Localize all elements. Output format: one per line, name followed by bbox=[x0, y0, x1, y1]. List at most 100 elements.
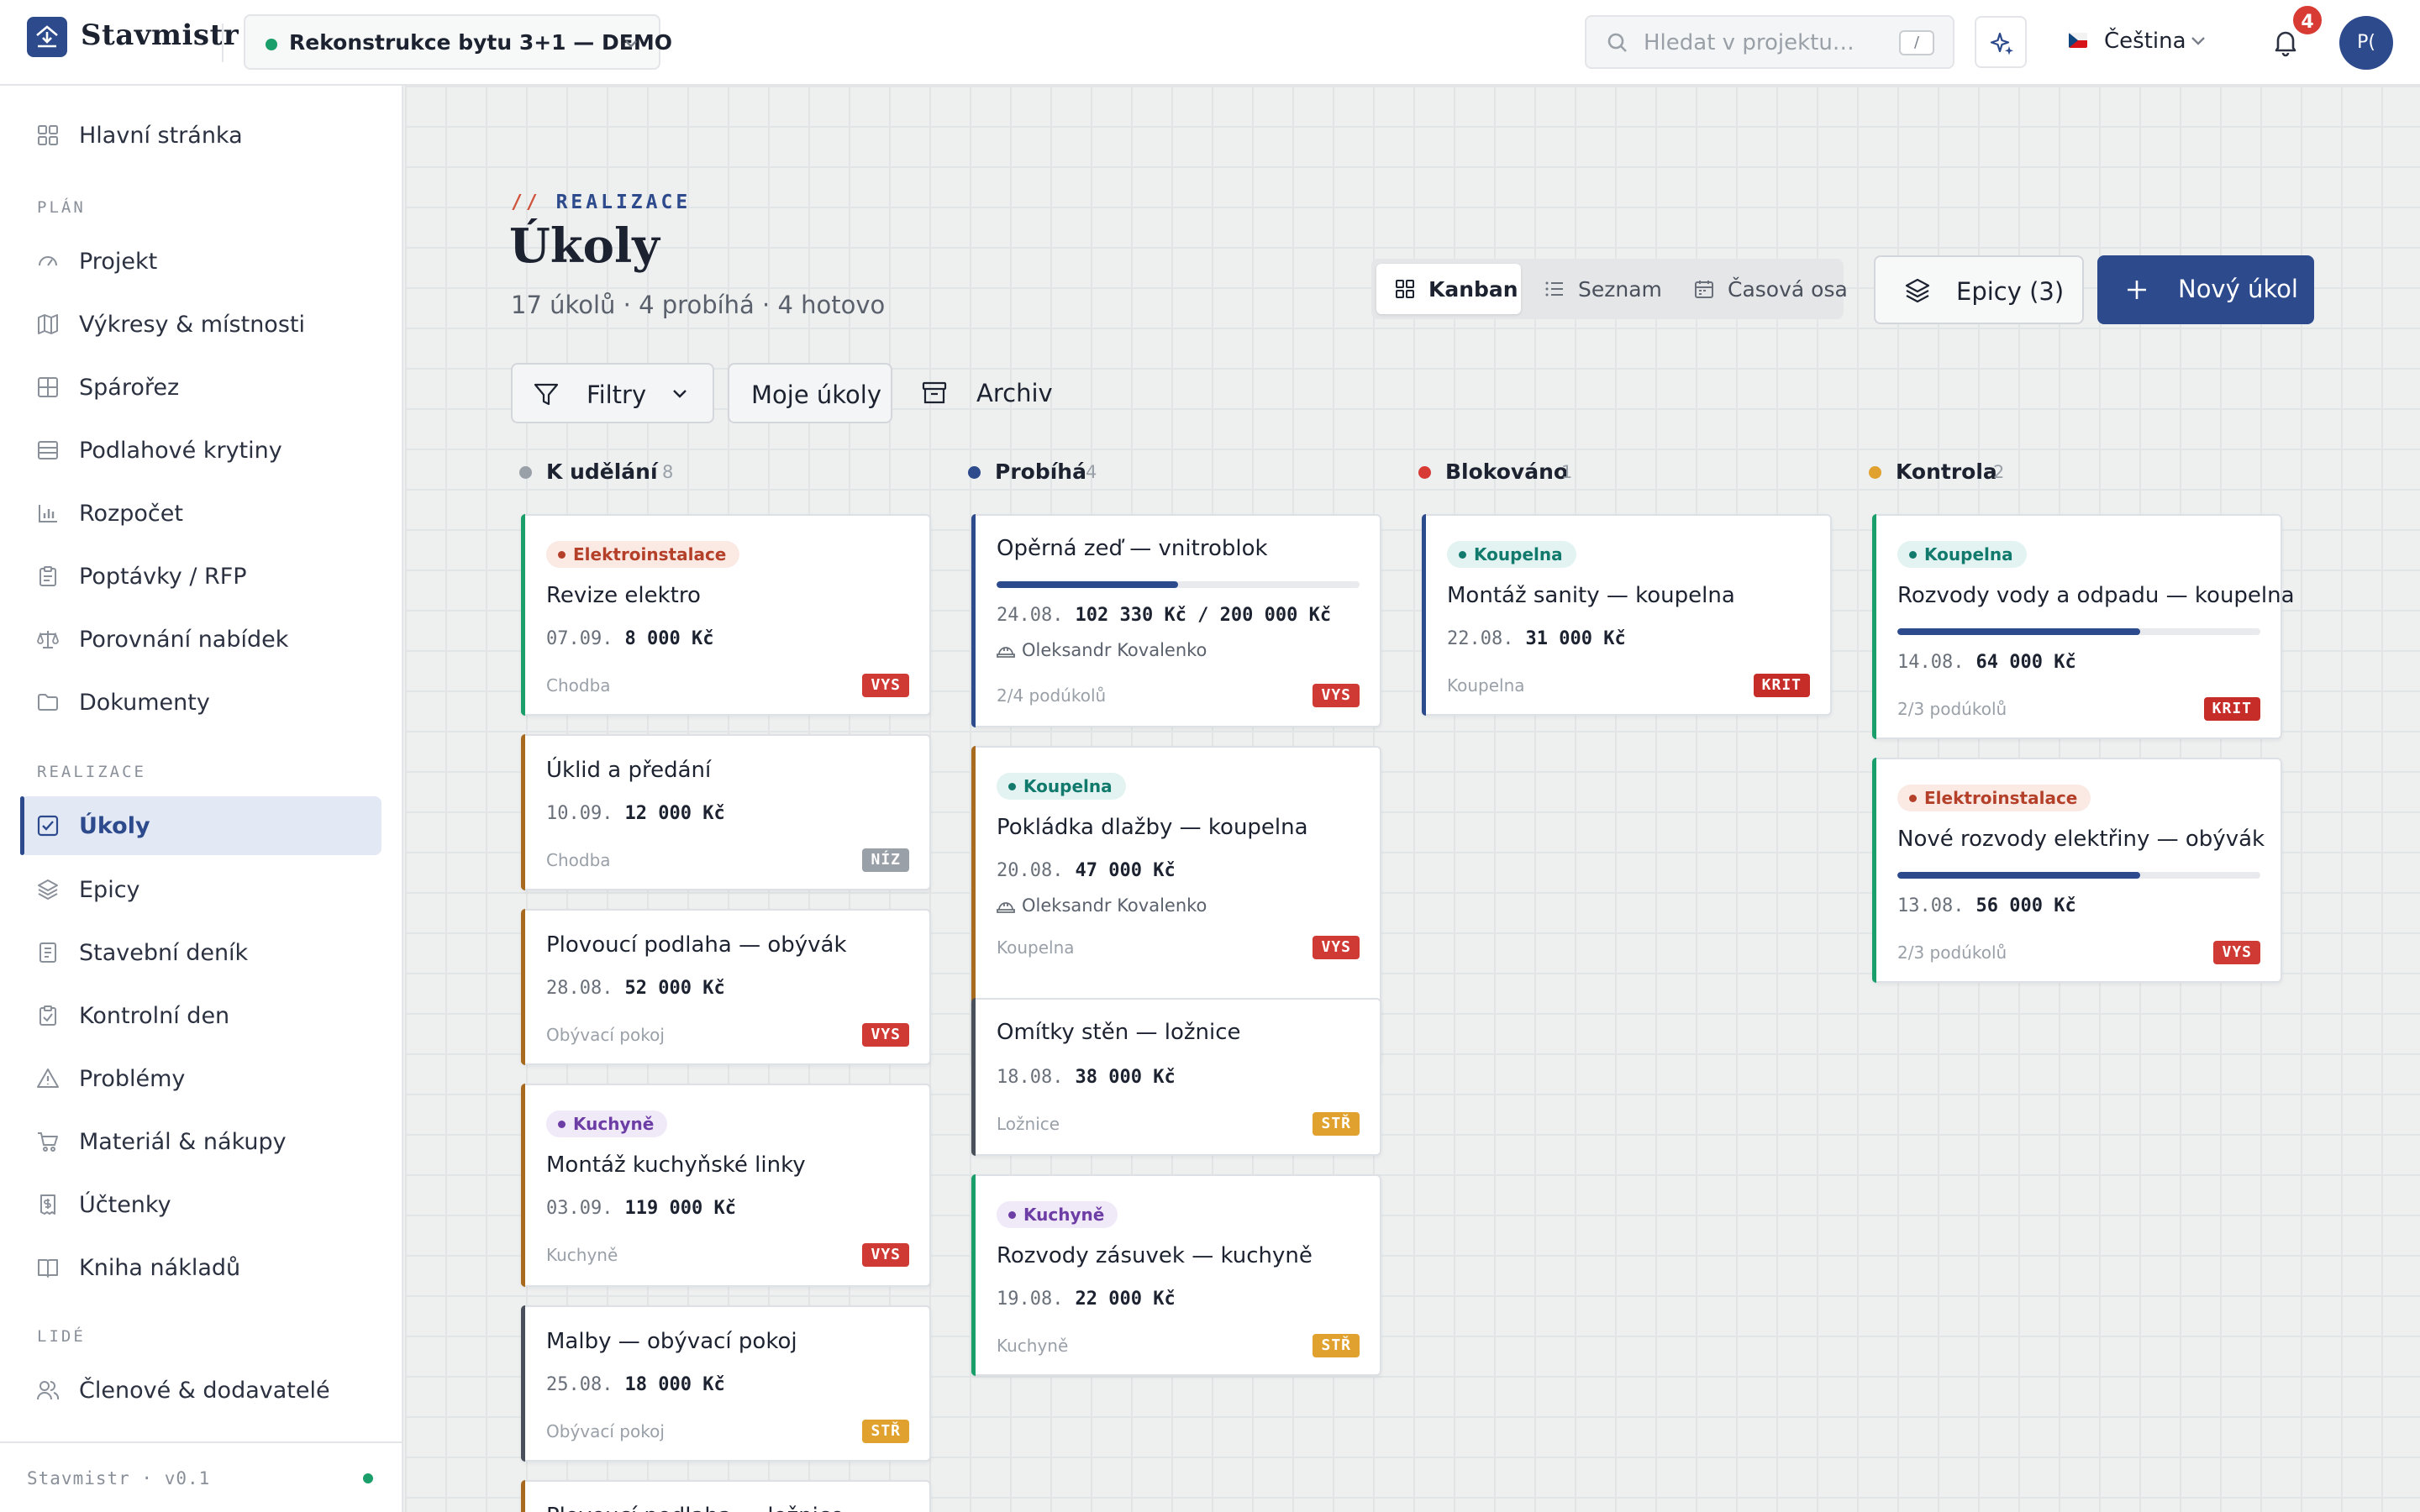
sidebar-item-problemy[interactable]: Problémy bbox=[20, 1049, 381, 1108]
sidebar-item-podlahove-krytiny[interactable]: Podlahové krytiny bbox=[20, 421, 381, 480]
hard-hat-icon bbox=[997, 902, 1015, 913]
task-meta: 07.09. 8 000 Kč bbox=[546, 628, 714, 649]
new-task-button[interactable]: Nový úkol bbox=[2097, 255, 2314, 324]
search-placeholder: Hledat v projektu… bbox=[1644, 30, 1854, 55]
column-count: 4 bbox=[1086, 462, 1097, 482]
epics-button[interactable]: Epicy (3) bbox=[1874, 255, 2084, 324]
layers-flat-icon bbox=[38, 441, 58, 459]
sidebar-item-label: Rozpočet bbox=[79, 501, 183, 527]
task-title: Plovoucí podlaha — obývák bbox=[546, 932, 847, 958]
subtasks-count: 2/3 podúkolů bbox=[1897, 942, 2007, 963]
app-version: Stavmistr · v0.1 bbox=[27, 1468, 211, 1488]
tab-casova-osa[interactable]: Časová osa bbox=[1676, 264, 1848, 314]
my-tasks-button[interactable]: Moje úkoly bbox=[728, 363, 892, 423]
clipboard-check-icon bbox=[39, 1005, 56, 1026]
task-card[interactable]: Malby — obývací pokoj 25.08. 18 000 Kč Ob… bbox=[521, 1305, 931, 1462]
filters-button[interactable]: Filtry bbox=[511, 363, 714, 423]
sidebar-item-sparorez[interactable]: Spárořez bbox=[20, 358, 381, 417]
task-meta: 18.08. 38 000 Kč bbox=[997, 1067, 1176, 1088]
sidebar-item-label: Členové & dodavatelé bbox=[79, 1378, 330, 1404]
tiles-icon bbox=[38, 377, 58, 397]
sidebar-item-home[interactable]: Hlavní stránka bbox=[20, 106, 381, 165]
task-title: Malby — obývací pokoj bbox=[546, 1329, 797, 1354]
task-card[interactable]: Úklid a předání 10.09. 12 000 Kč Chodba N… bbox=[521, 734, 931, 890]
task-card[interactable]: Elektroinstalace Nové rozvody elektřiny … bbox=[1872, 758, 2282, 983]
priority-badge: KRIT bbox=[1753, 674, 1810, 697]
sidebar-item-label: Účtenky bbox=[79, 1192, 171, 1218]
sidebar-item-label: Materiál & nákupy bbox=[79, 1129, 287, 1155]
sidebar-item-dokumenty[interactable]: Dokumenty bbox=[20, 673, 381, 732]
task-meta: 13.08. 56 000 Kč bbox=[1897, 895, 2076, 916]
sidebar-item-ukoly[interactable]: Úkoly bbox=[20, 796, 381, 855]
task-title: Nové rozvody elektřiny — obývák bbox=[1897, 827, 2265, 852]
tab-seznam[interactable]: Seznam bbox=[1526, 264, 1670, 314]
sidebar-item-porovnani-nabidek[interactable]: Porovnání nabídek bbox=[20, 610, 381, 669]
czech-flag-icon bbox=[2069, 33, 2087, 48]
sidebar-item-label: Problémy bbox=[79, 1066, 186, 1092]
clipboard-icon bbox=[39, 566, 56, 586]
priority-badge: VYS bbox=[862, 1023, 909, 1047]
task-title: Plovoucí podlaha — ložnice bbox=[546, 1504, 844, 1512]
grid-icon bbox=[38, 125, 58, 145]
task-card[interactable]: Kuchyně Montáž kuchyňské linky 03.09. 119… bbox=[521, 1084, 931, 1287]
sidebar-item-projekt[interactable]: Projekt bbox=[20, 232, 381, 291]
column-count: 1 bbox=[1561, 462, 1573, 482]
priority-badge: STŘ bbox=[862, 1420, 909, 1443]
progress-bar bbox=[1897, 628, 2260, 635]
task-card[interactable]: Opěrná zeď — vnitroblok 24.08. 102 330 Kč… bbox=[971, 514, 1381, 727]
task-title: Rozvody vody a odpadu — koupelna bbox=[1897, 583, 2295, 608]
sidebar-item-epicy[interactable]: Epicy bbox=[20, 860, 381, 919]
user-avatar[interactable]: P( bbox=[2339, 16, 2393, 70]
priority-badge: NÍZ bbox=[862, 848, 909, 872]
task-title: Pokládka dlažby — koupelna bbox=[997, 815, 1308, 840]
sparkles-icon bbox=[1990, 32, 2013, 55]
task-card[interactable]: Omítky stěn — ložnice 18.08. 38 000 Kč Lo… bbox=[971, 998, 1381, 1156]
task-card[interactable]: Koupelna Rozvody vody a odpadu — koupeln… bbox=[1872, 514, 2295, 739]
top-bar: Stavmistr Rekonstrukce bytu 3+1 — DEMO H… bbox=[0, 0, 2420, 86]
tab-label: Seznam bbox=[1578, 277, 1662, 302]
task-card[interactable]: Plovoucí podlaha — obývák 28.08. 52 000 K… bbox=[521, 909, 931, 1065]
tab-kanban[interactable]: Kanban bbox=[1376, 264, 1521, 314]
sidebar-item-rozpocet[interactable]: Rozpočet bbox=[20, 484, 381, 543]
column-name: K udělání bbox=[546, 459, 658, 484]
epic-tag: Elektroinstalace bbox=[1897, 785, 2091, 811]
sidebar-item-clenove[interactable]: Členové & dodavatelé bbox=[20, 1361, 381, 1420]
column-name: Blokováno bbox=[1445, 459, 1569, 484]
task-room: Ložnice bbox=[997, 1114, 1060, 1134]
search-input[interactable]: Hledat v projektu… / bbox=[1585, 15, 1954, 69]
task-meta: 10.09. 12 000 Kč bbox=[546, 803, 725, 824]
ai-assistant-button[interactable] bbox=[1975, 16, 2027, 68]
task-room: Koupelna bbox=[997, 937, 1075, 958]
project-status-dot bbox=[266, 39, 277, 50]
sidebar-item-vykresy[interactable]: Výkresy & místnosti bbox=[20, 295, 381, 354]
task-meta: 22.08. 31 000 Kč bbox=[1447, 628, 1626, 649]
sidebar-item-kniha-nakladu[interactable]: Kniha nákladů bbox=[20, 1238, 381, 1297]
task-card[interactable]: Kuchyně Rozvody zásuvek — kuchyně 19.08.… bbox=[971, 1174, 1381, 1376]
search-icon bbox=[1607, 33, 1627, 52]
notebook-icon bbox=[39, 942, 56, 963]
sidebar-item-stavebni-denik[interactable]: Stavební deník bbox=[20, 923, 381, 982]
chevron-down-icon bbox=[625, 40, 637, 48]
task-room: Kuchyně bbox=[997, 1336, 1069, 1356]
sidebar-item-label: Porovnání nabídek bbox=[79, 627, 289, 653]
sidebar-item-material-nakupy[interactable]: Materiál & nákupy bbox=[20, 1112, 381, 1171]
status-dot bbox=[968, 466, 981, 479]
task-room: Kuchyně bbox=[546, 1245, 618, 1265]
status-dot bbox=[519, 466, 532, 479]
new-task-label: Nový úkol bbox=[2178, 275, 2298, 303]
logo-icon[interactable] bbox=[27, 17, 67, 57]
task-card[interactable]: Plovoucí podlaha — ložnice bbox=[521, 1480, 931, 1512]
filter-icon bbox=[534, 383, 559, 406]
task-card[interactable]: Koupelna Montáž sanity — koupelna 22.08.… bbox=[1422, 514, 1832, 716]
subtasks-count: 2/3 podúkolů bbox=[1897, 699, 2007, 719]
page-title: Úkoly bbox=[509, 218, 660, 274]
sidebar-item-uctenky[interactable]: Účtenky bbox=[20, 1175, 381, 1234]
sidebar-item-kontrolni-den[interactable]: Kontrolní den bbox=[20, 986, 381, 1045]
chevron-down-icon bbox=[673, 390, 687, 398]
epic-tag: Elektroinstalace bbox=[546, 541, 740, 568]
sidebar-item-poptavky[interactable]: Poptávky / RFP bbox=[20, 547, 381, 606]
archive-label: Archiv bbox=[976, 379, 1053, 407]
task-meta: 28.08. 52 000 Kč bbox=[546, 978, 725, 999]
project-selector[interactable]: Rekonstrukce bytu 3+1 — DEMO bbox=[244, 14, 672, 70]
task-card[interactable]: Elektroinstalace Revize elektro 07.09. 8 … bbox=[521, 514, 931, 716]
